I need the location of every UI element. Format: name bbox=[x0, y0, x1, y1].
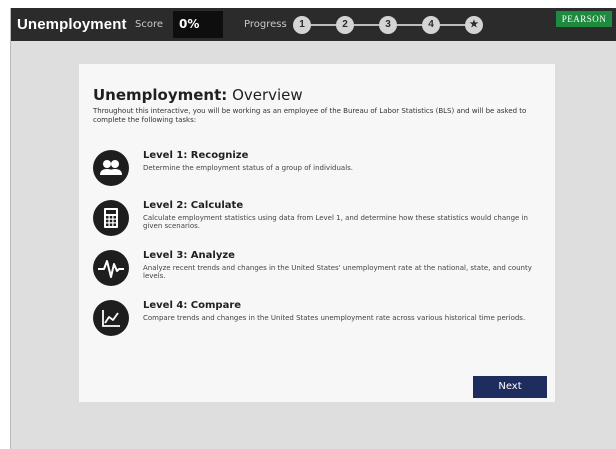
page-title-rest: Overview bbox=[232, 86, 303, 104]
level-2-title: Level 2: Calculate bbox=[143, 200, 244, 211]
level-3-title: Level 3: Analyze bbox=[143, 250, 235, 261]
progress-step-3: 3 bbox=[379, 16, 397, 34]
level-1-title: Level 1: Recognize bbox=[143, 150, 249, 161]
level-2-description: Calculate employment statistics using da… bbox=[143, 214, 528, 230]
level-4-description: Compare trends and changes in the United… bbox=[143, 314, 526, 322]
overview-panel: Unemployment: Overview Throughout this i… bbox=[79, 64, 555, 402]
progress-step-1: 1 bbox=[293, 16, 311, 34]
progress-tracker: 1 2 3 4 ★ bbox=[293, 16, 483, 36]
score-value: 0% bbox=[179, 17, 200, 31]
next-button[interactable]: Next bbox=[473, 376, 547, 398]
score-box: 0% bbox=[173, 11, 223, 38]
top-bar: Unemployment Score 0% Progress 1 2 3 4 ★… bbox=[11, 8, 616, 41]
level-3-description: Analyze recent trends and changes in the… bbox=[143, 264, 532, 280]
level-2-item: Level 2: Calculate Calculate employment … bbox=[93, 200, 543, 240]
app-title: Unemployment bbox=[17, 16, 127, 33]
line-chart-icon bbox=[93, 300, 129, 336]
level-1-description: Determine the employment status of a gro… bbox=[143, 164, 354, 172]
intro-text: Throughout this interactive, you will be… bbox=[93, 107, 527, 124]
pulse-icon bbox=[93, 250, 129, 286]
level-4-title: Level 4: Compare bbox=[143, 300, 242, 311]
progress-step-2: 2 bbox=[336, 16, 354, 34]
page-title-strong: Unemployment: bbox=[93, 86, 228, 104]
calculator-icon bbox=[93, 200, 129, 236]
app-frame: Unemployment Score 0% Progress 1 2 3 4 ★… bbox=[10, 8, 616, 449]
level-4-item: Level 4: Compare Compare trends and chan… bbox=[93, 300, 543, 340]
people-icon bbox=[93, 150, 129, 186]
progress-step-star-icon: ★ bbox=[465, 16, 483, 34]
pearson-logo: PEARSON bbox=[556, 11, 612, 27]
progress-label: Progress bbox=[244, 19, 287, 30]
level-3-item: Level 3: Analyze Analyze recent trends a… bbox=[93, 250, 543, 290]
page-title: Unemployment: Overview bbox=[93, 86, 303, 104]
progress-step-4: 4 bbox=[422, 16, 440, 34]
score-label: Score bbox=[135, 19, 164, 30]
level-1-item: Level 1: Recognize Determine the employm… bbox=[93, 150, 543, 190]
